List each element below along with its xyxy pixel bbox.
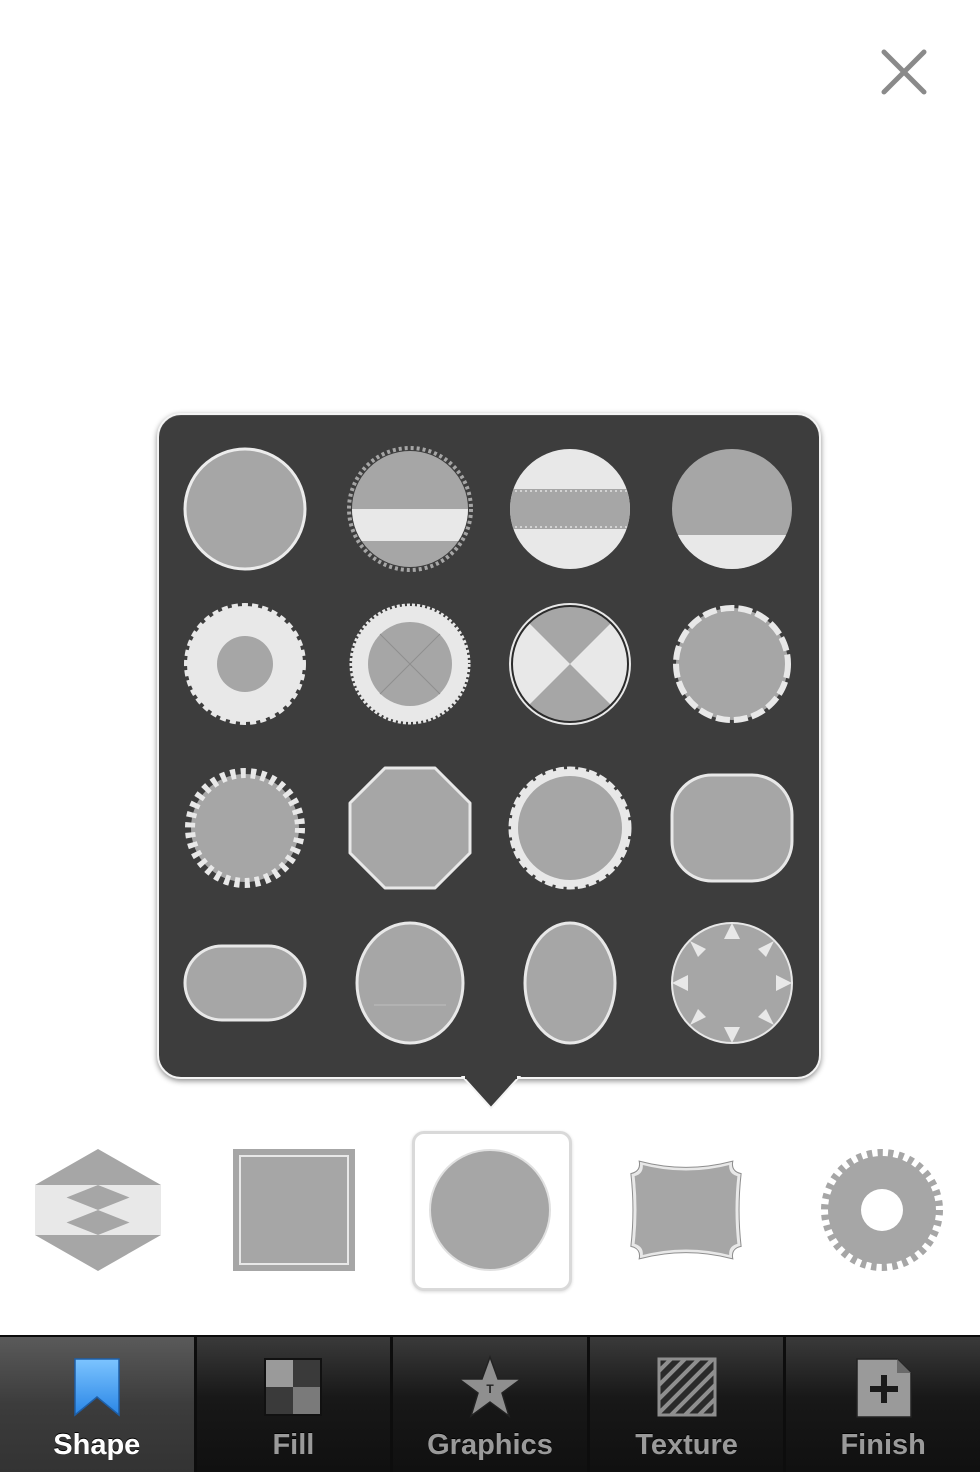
shape-option-scalloped-circle[interactable] xyxy=(500,758,640,898)
tab-finish[interactable]: Finish xyxy=(786,1337,980,1472)
tab-fill[interactable]: Fill xyxy=(197,1337,394,1472)
shape-option-circle-banded[interactable] xyxy=(500,439,640,579)
bottom-tab-bar: Shape Fill T Graphics Texture Finish xyxy=(0,1335,980,1472)
shape-option-flower-ring[interactable] xyxy=(175,594,315,734)
shape-option-circle-plain[interactable] xyxy=(175,439,315,579)
add-page-icon xyxy=(851,1355,915,1419)
svg-text:T: T xyxy=(486,1382,494,1396)
tab-texture[interactable]: Texture xyxy=(590,1337,787,1472)
shape-option-circle-half[interactable] xyxy=(662,439,802,579)
shape-option-starburst[interactable] xyxy=(175,758,315,898)
close-icon xyxy=(881,49,927,95)
shape-preset-sunburst-ring[interactable] xyxy=(807,1135,957,1285)
bookmark-icon xyxy=(65,1355,129,1419)
stripes-icon xyxy=(655,1355,719,1419)
shape-preset-diamond-banded[interactable] xyxy=(23,1135,173,1285)
shape-option-seal-ring-cross[interactable] xyxy=(340,594,480,734)
popover-arrow xyxy=(461,1075,521,1110)
tab-shape[interactable]: Shape xyxy=(0,1337,197,1472)
tab-label: Finish xyxy=(840,1429,926,1461)
shape-preset-square-framed[interactable] xyxy=(219,1135,369,1285)
close-button[interactable] xyxy=(872,40,936,104)
shape-option-rounded-square[interactable] xyxy=(662,758,802,898)
star-icon: T xyxy=(457,1355,522,1419)
shape-option-tall-oval-line[interactable] xyxy=(340,913,480,1053)
shape-preset-circle[interactable] xyxy=(415,1135,565,1285)
tab-label: Graphics xyxy=(427,1429,553,1461)
checker-icon xyxy=(261,1355,325,1419)
shape-option-circle-quartered[interactable] xyxy=(500,594,640,734)
tab-label: Fill xyxy=(272,1429,315,1461)
shape-option-rounded-octagon[interactable] xyxy=(340,758,480,898)
tab-label: Texture xyxy=(635,1429,738,1461)
tab-graphics[interactable]: T Graphics xyxy=(393,1337,590,1472)
tab-label: Shape xyxy=(53,1429,141,1461)
shape-option-wavy-badge[interactable] xyxy=(662,594,802,734)
shape-option-notched-circle[interactable] xyxy=(662,913,802,1053)
shape-preset-ornate-frame[interactable] xyxy=(611,1135,761,1285)
shape-option-oval[interactable] xyxy=(500,913,640,1053)
shape-option-pill[interactable] xyxy=(175,913,315,1053)
shape-option-circle-scalloped-banded[interactable] xyxy=(340,439,480,579)
